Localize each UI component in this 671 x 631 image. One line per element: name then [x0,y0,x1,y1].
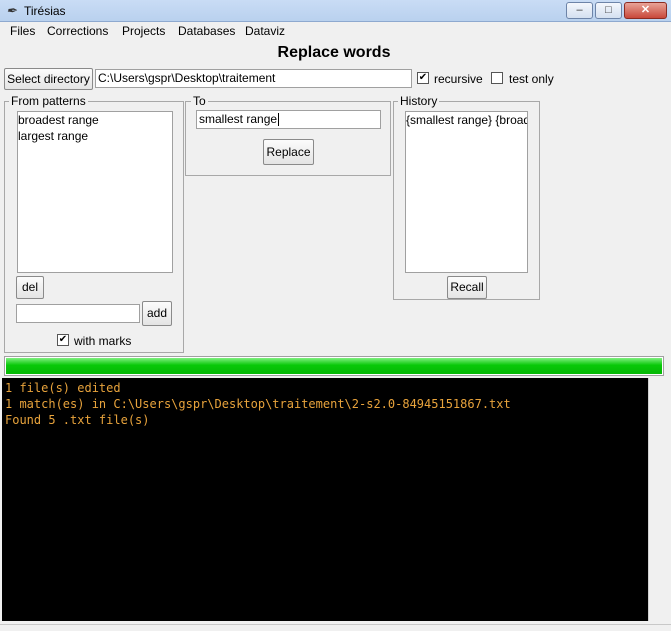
list-item[interactable]: largest range [18,129,88,143]
directory-input[interactable]: C:\Users\gspr\Desktop\traitement [95,69,412,88]
add-pattern-button[interactable]: add [142,301,172,326]
recall-button[interactable]: Recall [447,276,487,299]
with-marks-label: with marks [74,334,132,348]
menu-dataviz[interactable]: Dataviz [245,24,285,38]
history-list[interactable]: {smallest range} {broad [405,111,528,273]
page-title: Replace words [277,44,391,61]
with-marks-checkbox[interactable]: ✔ [57,334,69,346]
progress-bar [4,356,664,376]
recursive-checkbox[interactable]: ✔ [417,72,429,84]
test-only-label: test only [509,72,554,86]
menu-bar: Files Corrections Projects Databases Dat… [0,22,671,40]
from-patterns-list[interactable]: broadest range largest range [17,111,173,273]
progress-fill [6,358,662,374]
menu-files[interactable]: Files [10,24,35,38]
text-caret [278,113,280,127]
window-bottom-edge [0,624,671,631]
minimize-button[interactable]: – [566,2,593,19]
select-directory-button[interactable]: Select directory [4,68,93,90]
delete-pattern-button[interactable]: del [16,276,44,299]
list-item[interactable]: broadest range [18,113,99,127]
test-only-checkbox[interactable] [491,72,503,84]
console-scrollbar[interactable] [648,378,665,621]
menu-databases[interactable]: Databases [178,24,235,38]
close-button[interactable]: ✕ [624,2,667,19]
maximize-button[interactable]: □ [595,2,622,19]
feather-icon: ✒ [6,3,17,18]
list-item[interactable]: {smallest range} {broad [406,113,527,127]
menu-corrections[interactable]: Corrections [47,24,108,38]
replacement-input[interactable]: smallest range [196,110,381,129]
replacement-text: smallest range [199,112,278,126]
history-legend: History [398,94,440,108]
window-title: Tirésias [24,4,66,18]
menu-projects[interactable]: Projects [122,24,165,38]
console-line: 1 match(es) in C:\Users\gspr\Desktop\tra… [5,397,511,411]
recursive-label: recursive [434,72,483,86]
new-pattern-input[interactable] [16,304,140,323]
replace-button[interactable]: Replace [263,139,314,165]
console-line: Found 5 .txt file(s) [5,413,150,427]
from-patterns-legend: From patterns [9,94,88,108]
console-line: 1 file(s) edited [5,381,121,395]
to-legend: To [191,94,208,108]
output-console[interactable]: 1 file(s) edited 1 match(es) in C:\Users… [2,378,648,621]
